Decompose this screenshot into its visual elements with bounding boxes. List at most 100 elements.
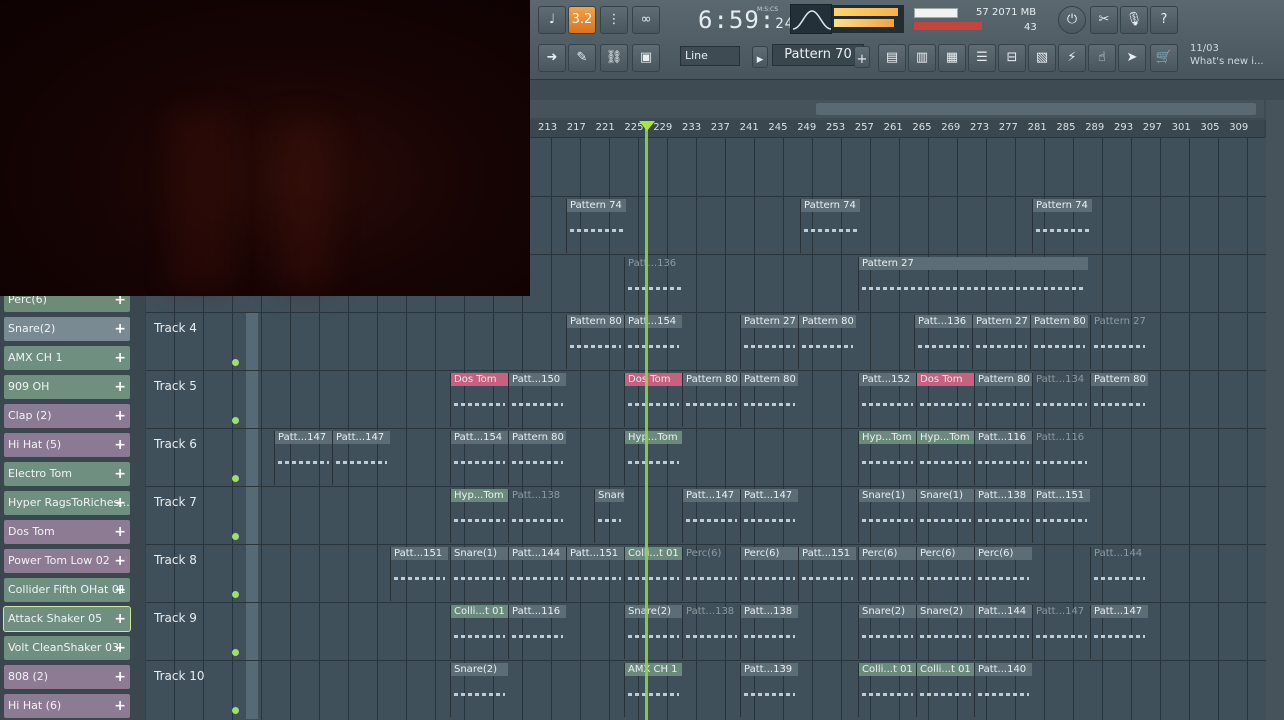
pattern-clip[interactable]: Patt...151 xyxy=(566,547,624,601)
track-row[interactable]: Track 9 Colli...t 01 Patt...116 Snare(2) Pat… xyxy=(146,602,1266,661)
cut-icon[interactable]: ✂ xyxy=(1090,6,1118,34)
pattern-clip[interactable]: Snare(2) xyxy=(858,605,916,659)
pattern-clip[interactable]: Patt...136 xyxy=(914,315,972,369)
pattern-clip[interactable]: Snare(1) xyxy=(450,547,508,601)
channel-button[interactable]: Dos Tom + xyxy=(4,520,130,544)
add-channel-icon[interactable]: + xyxy=(114,694,126,718)
metronome-icon[interactable]: ♩ xyxy=(538,6,566,34)
channel-button[interactable]: Electro Tom + xyxy=(4,462,130,486)
pattern-clip[interactable]: Colli...t 01 xyxy=(858,663,916,717)
add-channel-icon[interactable]: + xyxy=(114,607,126,631)
track-name[interactable]: Track 5 xyxy=(154,379,197,393)
pattern-clip[interactable]: Patt...138 xyxy=(682,605,740,659)
track-name[interactable]: Track 6 xyxy=(154,437,197,451)
pattern-clip[interactable]: Patt...151 xyxy=(1032,489,1090,543)
piano-roll-icon[interactable]: ▥ xyxy=(908,44,936,72)
channel-button[interactable]: AMX CH 1 + xyxy=(4,346,130,370)
channel-button[interactable]: Hyper RagsToRiches... + xyxy=(4,491,130,515)
track-mute-led-icon[interactable] xyxy=(232,475,239,482)
mixer-icon[interactable]: ☰ xyxy=(968,44,996,72)
track-row[interactable]: Track 5 Dos Tom Patt...150 Dos Tom Pattern 8… xyxy=(146,370,1266,429)
pattern-clip[interactable]: Patt...139 xyxy=(740,663,798,717)
pattern-clip[interactable]: Snare(1) xyxy=(858,489,916,543)
channel-button[interactable]: Attack Shaker 05 + xyxy=(3,606,131,632)
track-row[interactable]: Track 8 Patt...151 Snare(1) Patt...144 Patt.… xyxy=(146,544,1266,603)
pattern-clip[interactable]: Pattern 27 xyxy=(740,315,798,369)
add-channel-icon[interactable]: + xyxy=(114,549,126,573)
pattern-clip[interactable]: Colli...t 01 xyxy=(450,605,508,659)
pattern-clip[interactable]: Hyp...Tom xyxy=(916,431,974,485)
add-channel-icon[interactable]: + xyxy=(114,404,126,428)
pattern-clip[interactable]: Pattern 27 xyxy=(972,315,1030,369)
pattern-clip[interactable]: Patt...144 xyxy=(508,547,566,601)
add-channel-icon[interactable]: + xyxy=(114,317,126,341)
pattern-clip[interactable]: Patt...150 xyxy=(508,373,566,427)
track-row[interactable]: Track 4 Pattern 80 Patt...154 Pattern 27 Pat… xyxy=(146,312,1266,371)
track-row[interactable]: Track 6 Patt...147 Patt...147 Patt...154 Pat… xyxy=(146,428,1266,487)
pattern-clip[interactable]: Patt...147 xyxy=(1090,605,1148,659)
project-icon[interactable]: ▧ xyxy=(1028,44,1056,72)
pattern-clip[interactable]: Patt...134 xyxy=(1032,373,1090,427)
pattern-clip[interactable]: Pattern 80 xyxy=(798,315,856,369)
pattern-clip[interactable]: Dos Tom xyxy=(916,373,974,427)
snap-mode-select[interactable]: Line xyxy=(680,46,740,66)
browser-icon[interactable]: ⊟ xyxy=(998,44,1026,72)
pattern-clip[interactable]: Hyp...Tom xyxy=(624,431,682,485)
pattern-clip[interactable]: Perc(6) xyxy=(858,547,916,601)
pattern-clip[interactable]: Patt...147 xyxy=(740,489,798,543)
pattern-clip[interactable]: Dos Tom xyxy=(450,373,508,427)
playlist-vertical-scrollbar[interactable] xyxy=(1266,100,1284,720)
add-channel-icon[interactable]: + xyxy=(114,346,126,370)
news-panel[interactable]: 11/03 What's new i... xyxy=(1190,42,1284,68)
pattern-clip[interactable]: Colli...t 01 xyxy=(624,547,682,601)
add-channel-icon[interactable]: + xyxy=(114,520,126,544)
wait-for-input-icon[interactable]: 3.2 xyxy=(568,6,596,34)
channel-button[interactable]: Power Tom Low 02 + xyxy=(4,549,130,573)
channel-button[interactable]: Clap (2) + xyxy=(4,404,130,428)
stamp-icon[interactable]: ▣ xyxy=(632,44,660,72)
add-channel-icon[interactable]: + xyxy=(114,491,126,515)
track-mute-led-icon[interactable] xyxy=(232,707,239,714)
pattern-clip[interactable]: Patt...138 xyxy=(508,489,566,543)
track-mute-led-icon[interactable] xyxy=(232,649,239,656)
pattern-prev-icon[interactable]: ▸ xyxy=(752,46,768,68)
channel-button[interactable]: 909 OH + xyxy=(4,375,130,399)
scrollbar-thumb[interactable] xyxy=(816,103,1256,115)
pattern-clip[interactable]: Patt...147 xyxy=(1032,605,1090,659)
pattern-clip[interactable]: Patt...116 xyxy=(508,605,566,659)
track-name[interactable]: Track 9 xyxy=(154,611,197,625)
pattern-clip[interactable]: Patt...147 xyxy=(274,431,332,485)
add-channel-icon[interactable]: + xyxy=(114,375,126,399)
track-name[interactable]: Track 4 xyxy=(154,321,197,335)
pattern-clip[interactable]: Pattern 74 xyxy=(1032,199,1092,253)
pattern-clip[interactable]: Pattern 80 xyxy=(1090,373,1148,427)
track-mute-led-icon[interactable] xyxy=(232,417,239,424)
pattern-clip[interactable]: Perc(6) xyxy=(974,547,1032,601)
power-icon[interactable]: ⏻ xyxy=(1058,6,1086,34)
touch-icon[interactable]: ☝ xyxy=(1088,44,1116,72)
track-mute-led-icon[interactable] xyxy=(232,591,239,598)
track-mute-led-icon[interactable] xyxy=(232,359,239,366)
pattern-clip[interactable]: Patt...152 xyxy=(858,373,916,427)
pattern-clip[interactable]: Patt...144 xyxy=(1090,547,1148,601)
add-channel-icon[interactable]: + xyxy=(114,433,126,457)
pattern-clip[interactable]: Pattern 27 xyxy=(858,257,1088,311)
pattern-clip[interactable]: Patt...154 xyxy=(624,315,682,369)
channel-button[interactable]: Hi Hat (5) + xyxy=(4,433,130,457)
pattern-clip[interactable]: Pattern 80 xyxy=(1030,315,1088,369)
channel-button[interactable]: 808 (2) + xyxy=(4,665,130,689)
pattern-clip[interactable]: Patt...116 xyxy=(1032,431,1090,485)
add-channel-icon[interactable]: + xyxy=(114,462,126,486)
playlist-horizontal-scrollbar[interactable] xyxy=(530,100,1264,118)
send-icon[interactable]: ➤ xyxy=(1118,44,1146,72)
plugin-icon[interactable]: ⚡ xyxy=(1058,44,1086,72)
track-row[interactable]: Track 10 Snare(2) AMX CH 1 Patt...139 Colli.… xyxy=(146,660,1266,719)
pattern-clip[interactable]: Patt...138 xyxy=(974,489,1032,543)
pattern-clip[interactable]: Patt...147 xyxy=(682,489,740,543)
pattern-clip[interactable]: Hyp...Tom xyxy=(858,431,916,485)
pattern-clip[interactable]: Hyp...Tom xyxy=(450,489,508,543)
pattern-clip[interactable]: Pattern 80 xyxy=(682,373,740,427)
pattern-clip[interactable]: Pattern 80 xyxy=(566,315,624,369)
pattern-clip[interactable]: Patt...116 xyxy=(974,431,1032,485)
cpu-memory-panel[interactable]: 57 2071 MB 43 xyxy=(910,4,1050,34)
